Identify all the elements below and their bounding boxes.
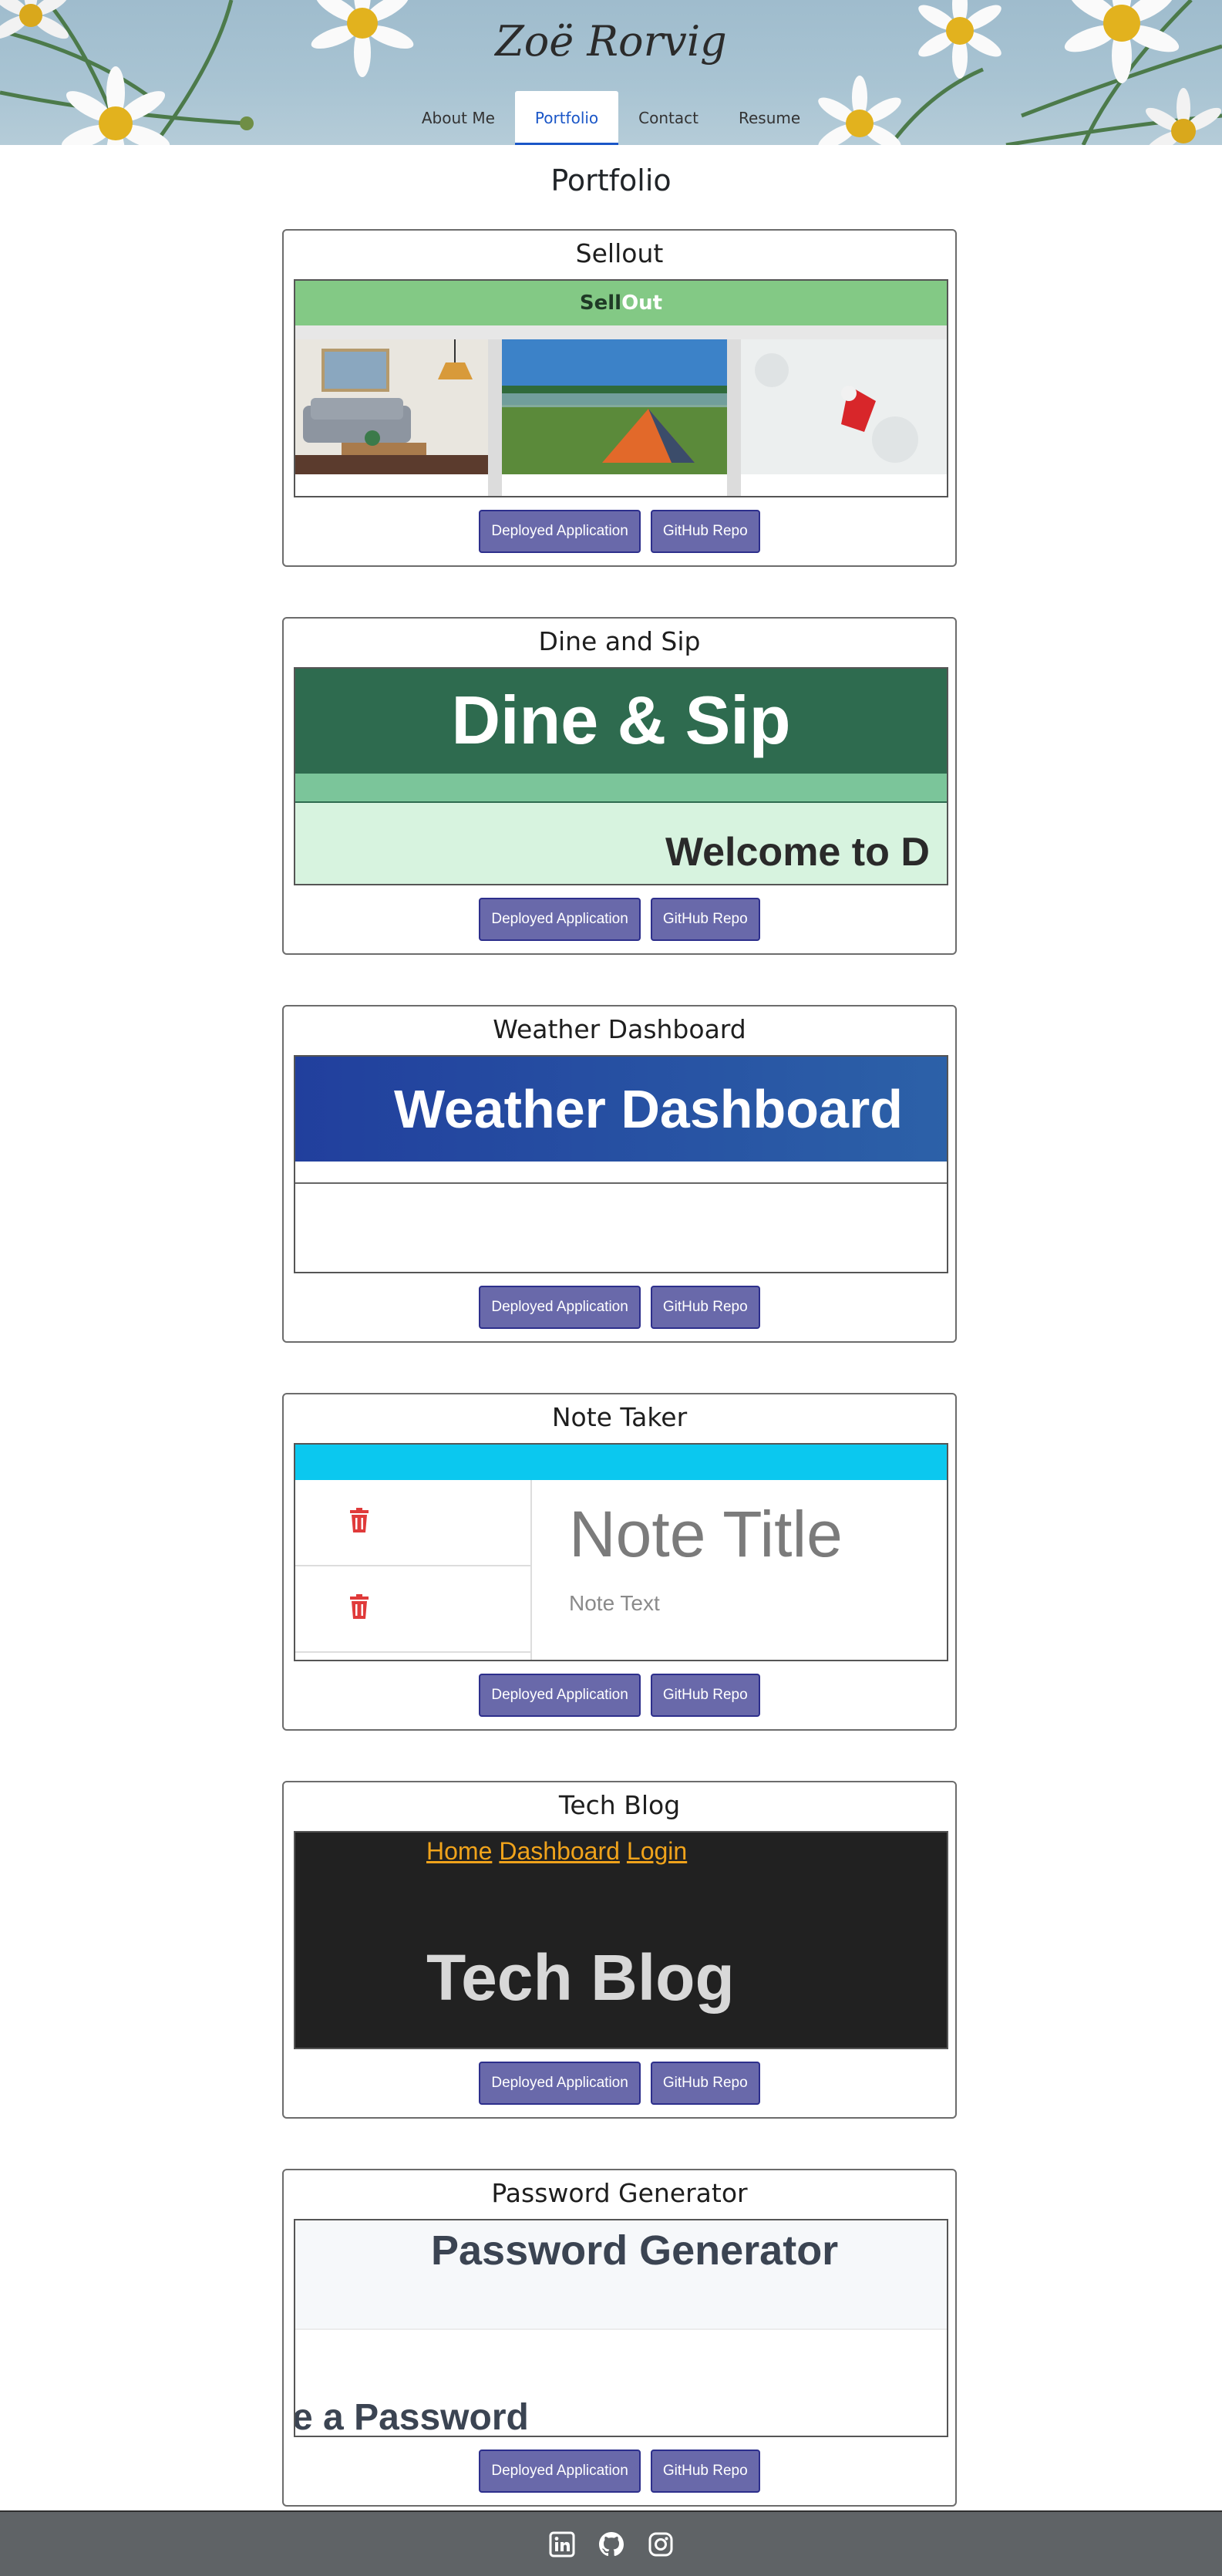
project-card-sellout: Sellout SellOut Deployed Application Git… [282,229,957,567]
nav-contact[interactable]: Contact [618,91,719,145]
github-repo-button[interactable]: GitHub Repo [650,2062,760,2105]
preview-subheading: e a Password [294,2397,529,2437]
github-repo-button[interactable]: GitHub Repo [650,510,760,553]
trash-icon [350,1594,369,1619]
project-card-tech-blog: Tech Blog Home Dashboard Login Tech Blog D… [282,1781,957,2119]
preview-nav: Home Dashboard Login [426,1837,688,1865]
list-item [295,1566,530,1653]
preview-heading: Tech Blog [426,1941,735,2014]
project-card-weather-dashboard: Weather Dashboard Weather Dashboard Depl… [282,1005,957,1343]
site-title: Zoë Rorvig [495,17,727,66]
note-text-placeholder: Note Text [569,1591,660,1615]
github-repo-button[interactable]: GitHub Repo [650,1286,760,1329]
project-title: Weather Dashboard [493,1014,746,1044]
github-icon[interactable] [598,2530,625,2558]
page-title: Portfolio [550,164,672,197]
github-repo-button[interactable]: GitHub Repo [650,2450,760,2493]
project-card-password-generator: Password Generator Password Generator e … [282,2169,957,2507]
project-title: Note Taker [551,1402,688,1432]
project-preview-image[interactable]: Weather Dashboard [294,1055,948,1273]
living-room-photo [295,339,488,474]
sellout-logo: SellOut [295,281,947,325]
project-card-note-taker: Note Taker Note Title Note Text Deployed… [282,1393,957,1731]
project-preview-image[interactable]: Note Title Note Text [294,1443,948,1661]
project-preview-image[interactable]: Home Dashboard Login Tech Blog [294,1831,948,2049]
deployed-application-button[interactable]: Deployed Application [479,2062,641,2105]
main-nav: About Me Portfolio Contact Resume [0,91,1222,145]
preview-heading: Weather Dashboard [295,1057,947,1162]
linkedin-icon[interactable] [548,2530,576,2558]
nav-portfolio[interactable]: Portfolio [514,91,619,145]
github-repo-button[interactable]: GitHub Repo [650,1674,760,1717]
project-title: Dine and Sip [538,626,701,656]
nav-about-me[interactable]: About Me [402,91,515,145]
note-list [295,1480,532,1660]
github-repo-button[interactable]: GitHub Repo [650,898,760,941]
preview-heading: Dine & Sip [295,669,947,772]
project-preview-image[interactable]: Password Generator e a Password [294,2219,948,2437]
site-footer [0,2510,1222,2576]
camping-tent-photo [502,339,727,474]
preview-welcome-text: Welcome to D [665,830,930,875]
project-preview-image[interactable]: Dine & Sip Welcome to D [294,667,948,885]
list-item [295,1480,530,1566]
deployed-application-button[interactable]: Deployed Application [479,2450,641,2493]
trash-icon [350,1508,369,1532]
project-title: Sellout [575,238,664,268]
project-preview-image[interactable]: SellOut [294,279,948,497]
snow-photo [741,339,947,474]
project-title: Password Generator [491,2178,748,2208]
nav-resume[interactable]: Resume [719,91,820,145]
project-card-dine-and-sip: Dine and Sip Dine & Sip Welcome to D Dep… [282,617,957,955]
preview-heading: Password Generator [431,2227,839,2274]
deployed-application-button[interactable]: Deployed Application [479,1286,641,1329]
deployed-application-button[interactable]: Deployed Application [479,1674,641,1717]
site-header: Zoë Rorvig About Me Portfolio Contact Re… [0,0,1222,145]
deployed-application-button[interactable]: Deployed Application [479,898,641,941]
instagram-icon[interactable] [647,2530,675,2558]
deployed-application-button[interactable]: Deployed Application [479,510,641,553]
note-title-placeholder: Note Title [569,1498,843,1570]
project-title: Tech Blog [558,1790,681,1820]
